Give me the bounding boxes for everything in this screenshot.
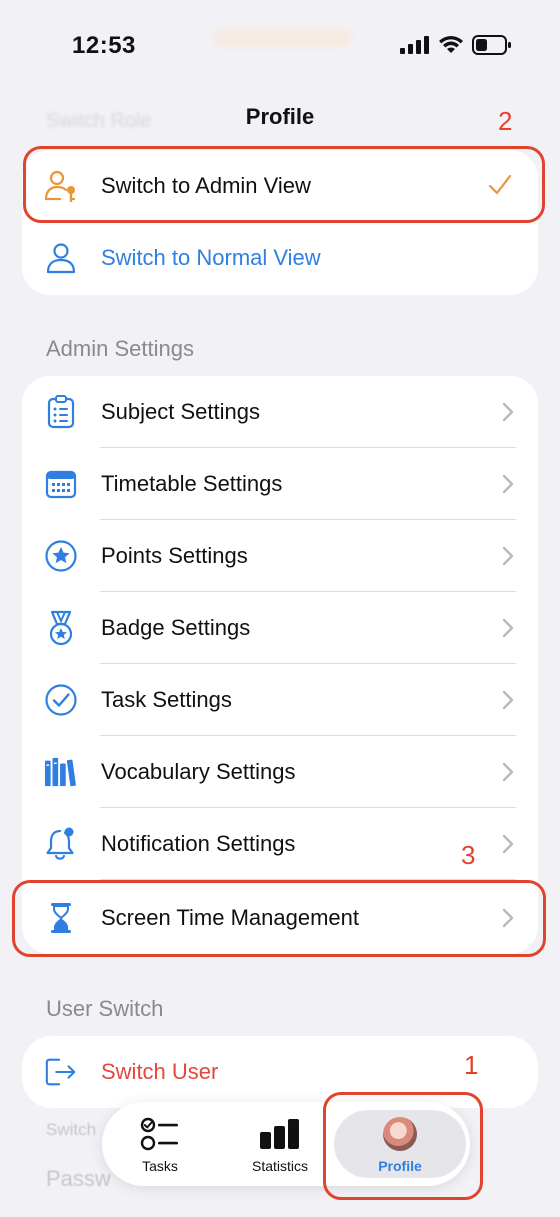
chevron-right-icon xyxy=(502,690,514,710)
calendar-icon xyxy=(44,467,78,501)
vocabulary-settings-label: Vocabulary Settings xyxy=(101,759,296,784)
password-section-header: Passw xyxy=(46,1166,111,1191)
chevron-right-icon xyxy=(502,474,514,494)
timetable-settings-label: Timetable Settings xyxy=(101,471,283,496)
chevron-right-icon xyxy=(502,834,514,854)
switch-user-label: Switch User xyxy=(101,1059,219,1084)
bar-chart-icon xyxy=(259,1116,301,1152)
vocabulary-settings-row[interactable]: Vocabulary Settings xyxy=(22,736,538,808)
sign-out-icon xyxy=(44,1055,78,1089)
annotation-number-1: 1 xyxy=(464,1050,479,1080)
cellular-signal-icon xyxy=(400,36,429,54)
books-icon xyxy=(44,755,78,789)
user-switch-header: User Switch xyxy=(46,996,164,1021)
checkmark-circle-icon xyxy=(44,683,78,717)
chevron-right-icon xyxy=(502,402,514,422)
page-title: Profile xyxy=(245,104,315,129)
battery-icon xyxy=(472,35,511,55)
tab-statistics[interactable]: Statistics xyxy=(240,1102,320,1186)
person-icon xyxy=(44,241,78,275)
subject-settings-row[interactable]: Subject Settings xyxy=(22,376,538,448)
annotation-box-3 xyxy=(12,880,546,957)
switch-footer-text: Switch xyxy=(46,1120,97,1139)
chevron-right-icon xyxy=(502,618,514,638)
bell-badge-icon xyxy=(44,827,78,861)
task-settings-row[interactable]: Task Settings xyxy=(22,664,538,736)
chevron-right-icon xyxy=(502,762,514,782)
status-bar: 12:53 xyxy=(0,0,560,90)
task-settings-label: Task Settings xyxy=(101,687,232,712)
star-circle-icon xyxy=(44,539,78,573)
annotation-number-2: 2 xyxy=(498,106,513,136)
badge-settings-label: Badge Settings xyxy=(101,615,251,640)
clipboard-list-icon xyxy=(44,395,78,429)
subject-settings-label: Subject Settings xyxy=(101,399,260,424)
wifi-icon xyxy=(439,36,463,53)
badge-settings-row[interactable]: Badge Settings xyxy=(22,592,538,664)
medal-icon xyxy=(44,610,78,646)
checklist-icon xyxy=(140,1116,180,1152)
tab-tasks[interactable]: Tasks xyxy=(120,1102,200,1186)
tab-tasks-label: Tasks xyxy=(142,1158,178,1174)
switch-to-normal-label: Switch to Normal View xyxy=(101,245,321,270)
annotation-box-2 xyxy=(23,146,545,223)
switch-to-normal-row[interactable]: Switch to Normal View xyxy=(22,222,538,294)
timetable-settings-row[interactable]: Timetable Settings xyxy=(22,448,538,520)
admin-settings-header: Admin Settings xyxy=(46,336,194,361)
points-settings-label: Points Settings xyxy=(101,543,248,568)
points-settings-row[interactable]: Points Settings xyxy=(22,520,538,592)
chevron-right-icon xyxy=(502,546,514,566)
annotation-box-1 xyxy=(323,1092,483,1200)
tab-statistics-label: Statistics xyxy=(251,1158,308,1174)
dynamic-island-blur xyxy=(212,28,352,48)
annotation-number-3: 3 xyxy=(461,840,476,870)
status-time: 12:53 xyxy=(72,32,136,59)
notification-settings-label: Notification Settings xyxy=(101,831,296,856)
